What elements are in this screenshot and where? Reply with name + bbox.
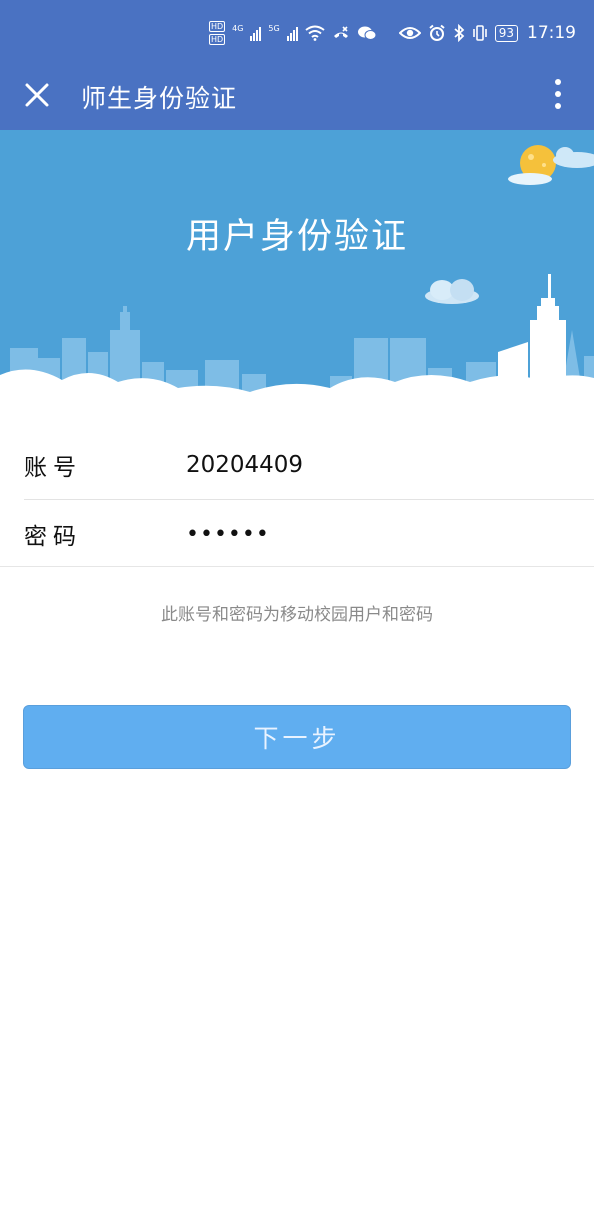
call-icon <box>333 26 348 38</box>
status-icons: HD HD 4G 5G 93 17:19 <box>208 18 576 48</box>
app-bar: 师生身份验证 <box>0 66 594 130</box>
wechat-icon <box>357 26 377 40</box>
header-banner: 用户身份验证 <box>0 130 594 402</box>
alarm-icon <box>429 24 445 41</box>
bluetooth-icon <box>454 24 465 42</box>
network-label: 4G <box>232 23 244 33</box>
hd-badge: HD <box>208 21 226 32</box>
account-input[interactable] <box>186 452 546 478</box>
password-input[interactable]: •••••• <box>186 522 546 547</box>
more-vertical-icon[interactable] <box>550 78 566 110</box>
vibrate-icon <box>472 25 487 41</box>
account-label: 账号 <box>24 455 82 481</box>
hd-badges: HD HD <box>208 21 226 45</box>
battery-icon: 93 <box>494 24 518 42</box>
password-label: 密码 <box>24 524 82 550</box>
network-label: 5G <box>268 23 280 33</box>
signal-icon <box>286 25 298 41</box>
password-row: 密码 •••••• <box>24 500 594 568</box>
signal-icon <box>250 25 262 41</box>
hd-badge: HD <box>208 34 226 45</box>
city-skyline-illustration <box>0 145 594 402</box>
status-bar: HD HD 4G 5G 93 17:19 <box>0 0 594 66</box>
clock: 17:19 <box>527 23 576 43</box>
account-row: 账号 <box>24 431 594 500</box>
divider <box>0 566 594 567</box>
close-icon[interactable] <box>24 82 50 108</box>
banner-title: 用户身份验证 <box>185 217 408 257</box>
wifi-icon <box>305 25 325 41</box>
next-button[interactable]: 下一步 <box>23 705 571 769</box>
page-title: 师生身份验证 <box>81 84 238 113</box>
eye-icon <box>398 27 421 39</box>
hint-text: 此账号和密码为移动校园用户和密码 <box>161 605 433 625</box>
